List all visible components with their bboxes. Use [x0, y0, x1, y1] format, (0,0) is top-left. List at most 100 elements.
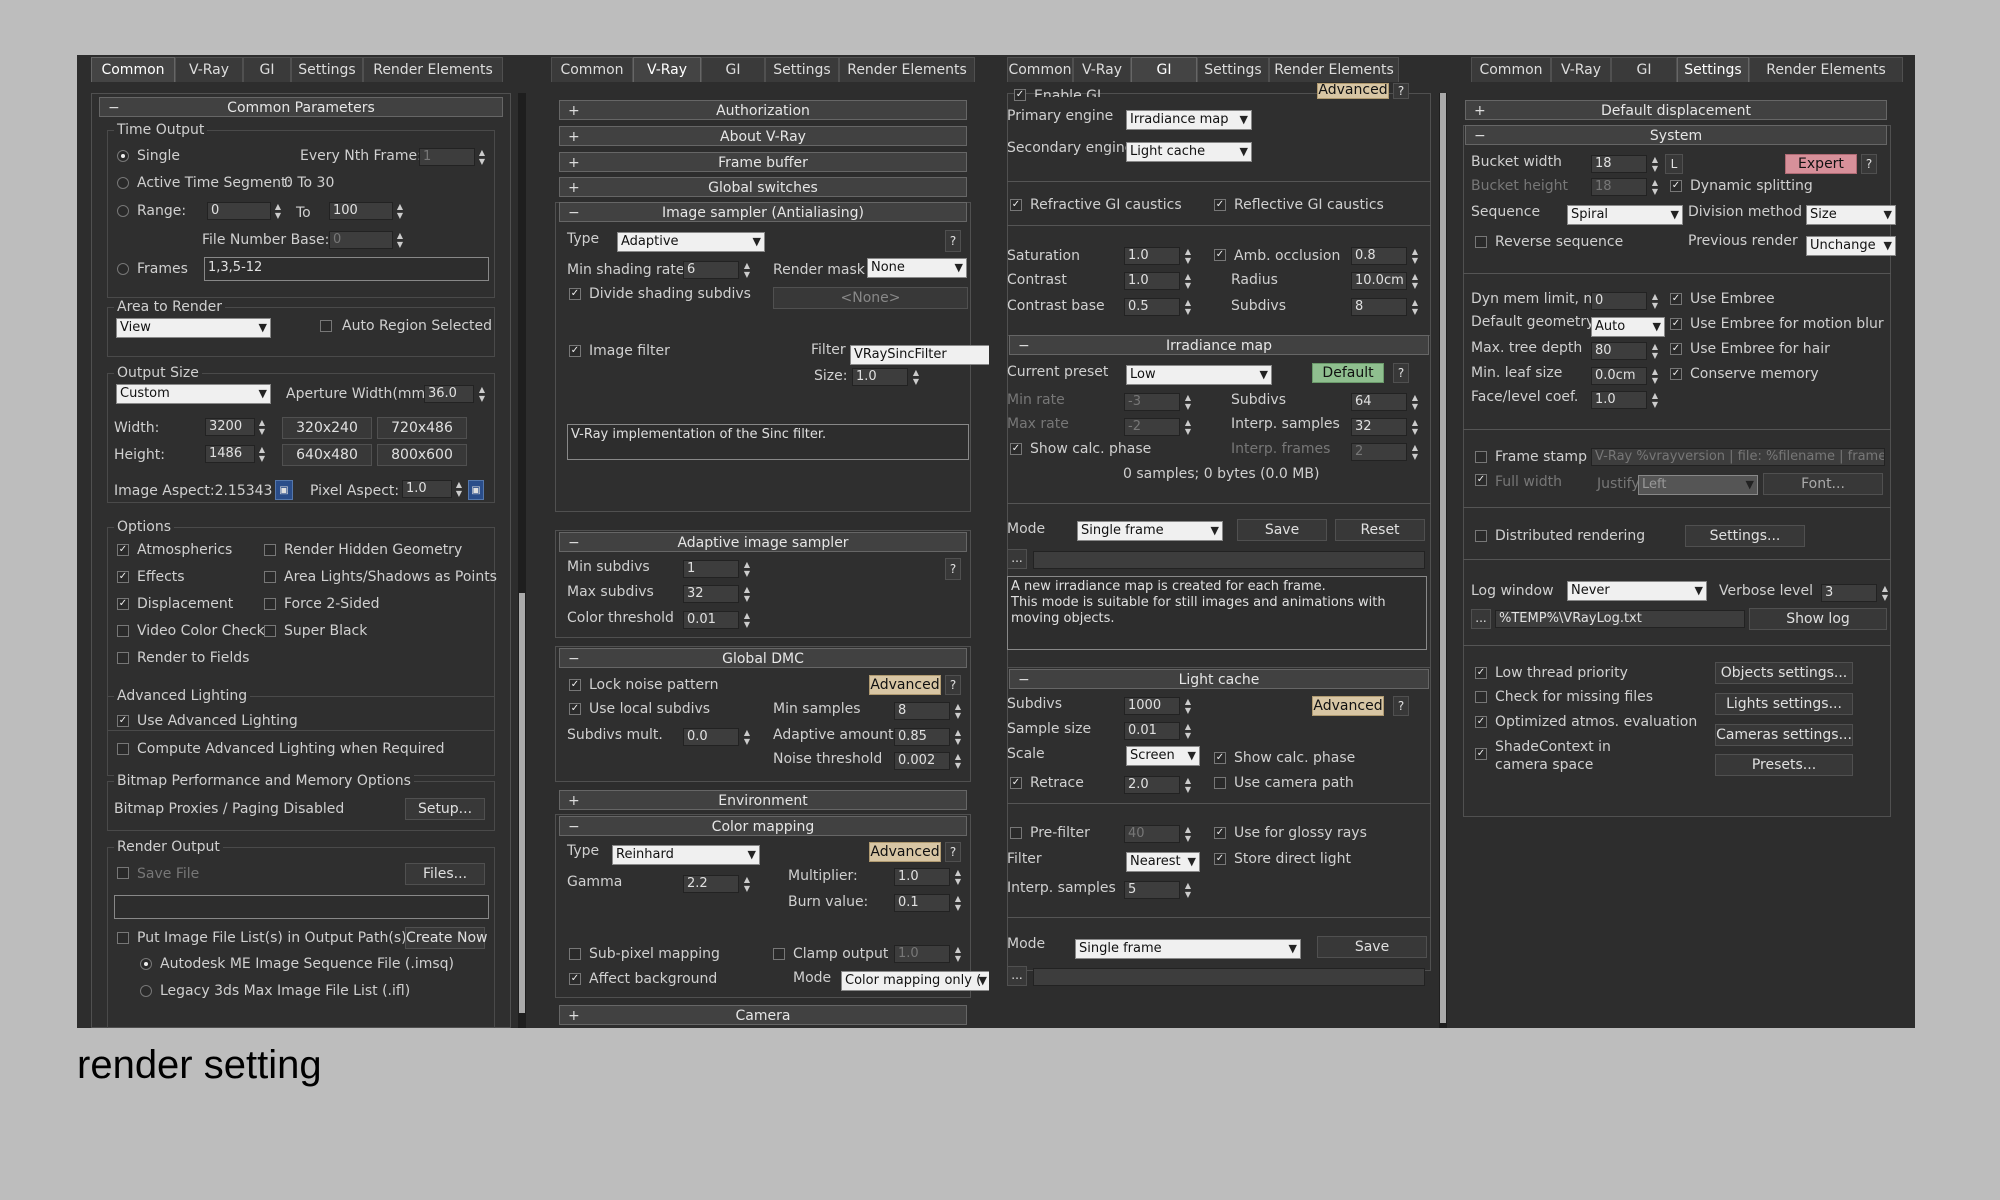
im-mode-select[interactable]: Single frame ▼	[1077, 521, 1223, 541]
im-reset-button[interactable]: Reset	[1335, 519, 1425, 541]
lc-interp-samples-input[interactable]: 5	[1124, 881, 1180, 899]
tab-vray[interactable]: V-Ray	[1551, 57, 1611, 82]
global-switches-header[interactable]: + Global switches	[559, 177, 967, 197]
width-spinner[interactable]: ▲ ▼	[257, 418, 267, 436]
current-preset-select[interactable]: Low ▼	[1126, 365, 1272, 385]
dynamic-splitting-checkbox[interactable]	[1670, 180, 1682, 192]
color-mapping-header[interactable]: − Color mapping	[559, 816, 967, 836]
effects-checkbox[interactable]	[117, 571, 129, 583]
adaptive-help-button[interactable]: ?	[945, 558, 961, 580]
min-rate-spinner[interactable]: ▲ ▼	[1183, 393, 1193, 411]
prefilter-spinner[interactable]: ▲ ▼	[1183, 825, 1193, 843]
range-from-input[interactable]: 0	[207, 202, 271, 220]
saturation-input[interactable]: 1.0	[1124, 247, 1180, 265]
conserve-memory-checkbox[interactable]	[1670, 368, 1682, 380]
sample-size-input[interactable]: 0.01	[1124, 722, 1180, 740]
im-subdivs-spinner[interactable]: ▲ ▼	[1410, 393, 1420, 411]
im-file-path-input[interactable]	[1033, 551, 1425, 569]
clamp-output-checkbox[interactable]	[773, 948, 785, 960]
secondary-engine-select[interactable]: Light cache ▼	[1126, 142, 1252, 162]
render-hidden-checkbox[interactable]	[264, 544, 276, 556]
justify-select[interactable]: Left ▼	[1638, 475, 1758, 495]
lc-save-button[interactable]: Save	[1317, 936, 1427, 958]
video-color-checkbox[interactable]	[117, 625, 129, 637]
division-method-select[interactable]: Size ▼	[1806, 205, 1896, 225]
lc-file-path-input[interactable]	[1033, 968, 1425, 986]
tab-common[interactable]: Common	[551, 57, 633, 82]
gi-help-button[interactable]: ?	[1393, 83, 1409, 99]
tab-render-elements[interactable]: Render Elements	[1269, 57, 1399, 82]
burn-value-input[interactable]: 0.1	[894, 894, 950, 912]
range-to-spinner[interactable]: ▲ ▼	[395, 202, 405, 220]
max-rate-input[interactable]: -2	[1124, 418, 1180, 436]
tab-render-elements[interactable]: Render Elements	[1749, 57, 1903, 82]
min-shading-spinner[interactable]: ▲ ▼	[742, 261, 752, 279]
min-samples-spinner[interactable]: ▲ ▼	[953, 702, 963, 720]
gi-advanced-button[interactable]: Advanced	[1317, 83, 1389, 99]
log-window-select[interactable]: Never ▼	[1567, 581, 1707, 601]
render-mask-select[interactable]: None ▼	[867, 258, 967, 278]
tab-render-elements[interactable]: Render Elements	[839, 57, 975, 82]
im-subdivs-input[interactable]: 64	[1351, 393, 1407, 411]
bucket-width-spinner[interactable]: ▲ ▼	[1650, 155, 1660, 173]
bucket-height-input[interactable]: 18	[1591, 178, 1647, 196]
active-time-radio[interactable]	[117, 177, 129, 189]
cm-advanced-button[interactable]: Advanced	[869, 842, 941, 862]
range-from-spinner[interactable]: ▲ ▼	[273, 202, 283, 220]
contrast-input[interactable]: 1.0	[1124, 272, 1180, 290]
amb-occlusion-input[interactable]: 0.8	[1351, 247, 1407, 265]
contrast-base-input[interactable]: 0.5	[1124, 298, 1180, 316]
show-calc-phase-checkbox[interactable]	[1010, 443, 1022, 455]
gamma-spinner[interactable]: ▲ ▼	[742, 875, 752, 893]
light-cache-header[interactable]: − Light cache	[1009, 669, 1429, 689]
lc-filter-select[interactable]: Nearest ▼	[1126, 852, 1200, 872]
max-tree-depth-spinner[interactable]: ▲ ▼	[1650, 342, 1660, 360]
max-subdivs-input[interactable]: 32	[683, 585, 739, 603]
contrast-base-spinner[interactable]: ▲ ▼	[1183, 298, 1193, 316]
verbose-level-spinner[interactable]: ▲ ▼	[1880, 584, 1890, 602]
tab-vray[interactable]: V-Ray	[1073, 57, 1131, 82]
cm-type-select[interactable]: Reinhard ▼	[612, 845, 760, 865]
compute-advanced-lighting-checkbox[interactable]	[117, 743, 129, 755]
pixel-aspect-input[interactable]: 1.0	[402, 480, 452, 498]
save-file-checkbox[interactable]	[117, 867, 129, 879]
reflective-caustics-checkbox[interactable]	[1214, 199, 1226, 211]
retrace-spinner[interactable]: ▲ ▼	[1183, 776, 1193, 794]
multiplier-input[interactable]: 1.0	[894, 868, 950, 886]
retrace-checkbox[interactable]	[1010, 777, 1022, 789]
gamma-input[interactable]: 2.2	[683, 875, 739, 893]
bucket-lock-button[interactable]: L	[1665, 154, 1683, 174]
aperture-spinner[interactable]: ▲ ▼	[477, 385, 487, 403]
system-header[interactable]: − System	[1465, 125, 1887, 145]
auto-region-checkbox[interactable]	[320, 320, 332, 332]
min-subdivs-input[interactable]: 1	[683, 560, 739, 578]
super-black-checkbox[interactable]	[264, 625, 276, 637]
irradiance-map-header[interactable]: − Irradiance map	[1009, 335, 1429, 355]
distributed-rendering-checkbox[interactable]	[1475, 530, 1487, 542]
camera-header[interactable]: + Camera	[559, 1005, 967, 1025]
lc-interp-samples-spinner[interactable]: ▲ ▼	[1183, 881, 1193, 899]
log-browse-button[interactable]: ...	[1471, 609, 1491, 629]
cm-mode-select[interactable]: Color mapping only (▼	[841, 971, 989, 991]
lc-advanced-button[interactable]: Advanced	[1312, 696, 1384, 716]
common-parameters-header[interactable]: − Common Parameters	[99, 97, 503, 117]
lc-subdivs-spinner[interactable]: ▲ ▼	[1183, 697, 1193, 715]
check-missing-files-checkbox[interactable]	[1475, 691, 1487, 703]
show-log-button[interactable]: Show log	[1749, 608, 1887, 630]
force-2-sided-checkbox[interactable]	[264, 598, 276, 610]
max-rate-spinner[interactable]: ▲ ▼	[1183, 418, 1193, 436]
subdivs-mult-input[interactable]: 0.0	[683, 728, 739, 746]
lc-help-button[interactable]: ?	[1393, 696, 1409, 716]
image-filter-checkbox[interactable]	[569, 345, 581, 357]
lc-browse-button[interactable]: ...	[1007, 966, 1027, 986]
min-leaf-size-spinner[interactable]: ▲ ▼	[1650, 367, 1660, 385]
radius-input[interactable]: 10.0cm	[1351, 272, 1407, 290]
tab-vray[interactable]: V-Ray	[175, 57, 243, 82]
refractive-caustics-checkbox[interactable]	[1010, 199, 1022, 211]
clamp-output-input[interactable]: 1.0	[894, 945, 950, 963]
sample-size-spinner[interactable]: ▲ ▼	[1183, 722, 1193, 740]
authorization-header[interactable]: + Authorization	[559, 100, 967, 120]
previous-render-select[interactable]: Unchange ▼	[1806, 236, 1896, 256]
every-nth-spinner[interactable]: ▲ ▼	[477, 148, 487, 166]
color-threshold-spinner[interactable]: ▲ ▼	[742, 611, 752, 629]
